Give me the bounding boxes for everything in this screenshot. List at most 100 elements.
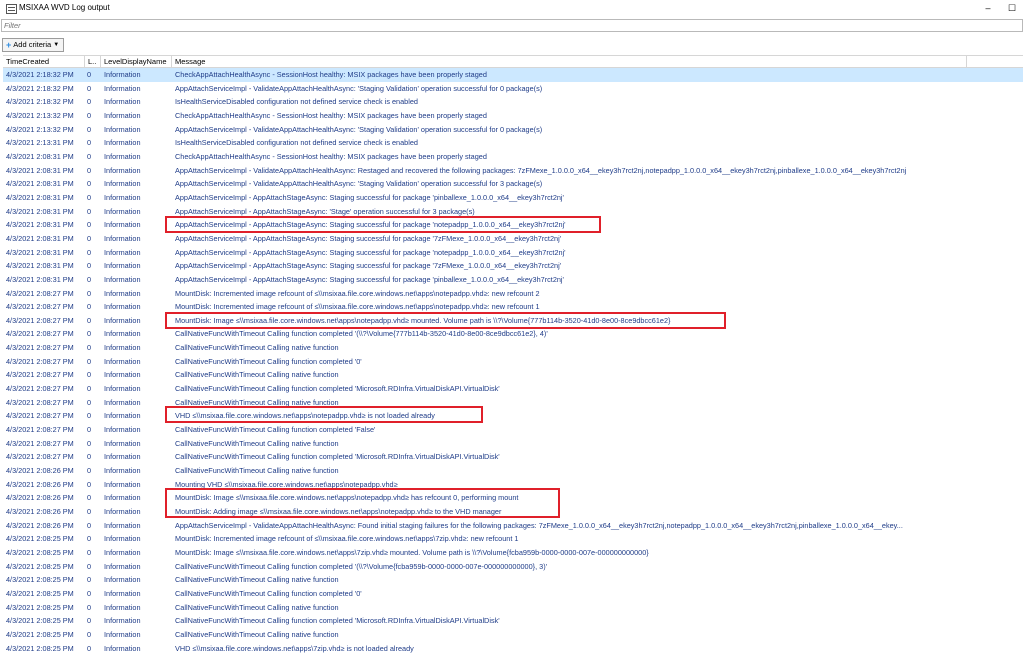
message-cell: MountDisk: Image ≤\\msixaa.file.core.win…	[175, 315, 671, 325]
level-display-name-cell: Information	[104, 192, 141, 202]
table-row[interactable]: 4/3/2021 2:18:32 PM 0 Information AppAttach…	[3, 82, 1023, 96]
table-row[interactable]: 4/3/2021 2:08:31 PM 0 Information AppAttach…	[3, 273, 1023, 287]
table-row[interactable]: 4/3/2021 2:13:31 PM 0 Information IsHealthS…	[3, 136, 1023, 150]
table-row[interactable]: 4/3/2021 2:08:25 PM 0 Information CallNativ…	[3, 614, 1023, 628]
message-cell: MountDisk: Image ≤\\msixaa.file.core.win…	[175, 493, 519, 503]
table-row[interactable]: 4/3/2021 2:08:25 PM 0 Information VHD ≤\\ms…	[3, 642, 1023, 656]
table-row[interactable]: 4/3/2021 2:08:31 PM 0 Information AppAttach…	[3, 164, 1023, 178]
message-cell: CallNativeFuncWithTimeout Calling functi…	[175, 329, 548, 339]
level-display-name-cell: Information	[104, 206, 141, 216]
table-row[interactable]: 4/3/2021 2:08:26 PM 0 Information CallNativ…	[3, 464, 1023, 478]
table-body: 4/3/2021 2:18:32 PM 0 Information CheckAppA…	[3, 68, 1023, 655]
table-row[interactable]: 4/3/2021 2:08:26 PM 0 Information Mounting …	[3, 478, 1023, 492]
level-display-name-cell: Information	[104, 138, 141, 148]
filter-input[interactable]	[4, 20, 1014, 31]
table-row[interactable]: 4/3/2021 2:08:27 PM 0 Information CallNativ…	[3, 450, 1023, 464]
level-display-name-cell: Information	[104, 466, 141, 476]
table-row[interactable]: 4/3/2021 2:08:27 PM 0 Information CallNativ…	[3, 437, 1023, 451]
table-row[interactable]: 4/3/2021 2:08:27 PM 0 Information VHD ≤\\ms…	[3, 409, 1023, 423]
table-row[interactable]: 4/3/2021 2:08:25 PM 0 Information CallNativ…	[3, 628, 1023, 642]
level-cell: 0	[87, 547, 92, 557]
level-display-name-cell: Information	[104, 384, 141, 394]
table-row[interactable]: 4/3/2021 2:08:31 PM 0 Information AppAttach…	[3, 246, 1023, 260]
table-row[interactable]: 4/3/2021 2:08:27 PM 0 Information MountDisk…	[3, 300, 1023, 314]
table-row[interactable]: 4/3/2021 2:08:26 PM 0 Information AppAttach…	[3, 519, 1023, 533]
level-display-name-cell: Information	[104, 629, 141, 639]
level-display-name-cell: Information	[104, 343, 141, 353]
table-row[interactable]: 4/3/2021 2:08:31 PM 0 Information AppAttach…	[3, 205, 1023, 219]
level-display-name-cell: Information	[104, 493, 141, 503]
message-cell: AppAttachServiceImpl - AppAttachStageAsy…	[175, 247, 566, 257]
time-cell: 4/3/2021 2:08:31 PM	[6, 192, 74, 202]
table-row[interactable]: 4/3/2021 2:08:25 PM 0 Information CallNativ…	[3, 587, 1023, 601]
level-display-name-cell: Information	[104, 616, 141, 626]
table-row[interactable]: 4/3/2021 2:08:27 PM 0 Information CallNativ…	[3, 396, 1023, 410]
message-cell: CallNativeFuncWithTimeout Calling functi…	[175, 616, 500, 626]
table-row[interactable]: 4/3/2021 2:08:31 PM 0 Information AppAttach…	[3, 259, 1023, 273]
level-cell: 0	[87, 343, 92, 353]
table-row[interactable]: 4/3/2021 2:18:32 PM 0 Information CheckAppA…	[3, 68, 1023, 82]
time-cell: 4/3/2021 2:08:31 PM	[6, 247, 74, 257]
time-cell: 4/3/2021 2:08:27 PM	[6, 425, 74, 435]
table-row[interactable]: 4/3/2021 2:08:31 PM 0 Information AppAttach…	[3, 191, 1023, 205]
level-cell: 0	[87, 138, 92, 148]
table-row[interactable]: 4/3/2021 2:08:27 PM 0 Information CallNativ…	[3, 382, 1023, 396]
table-row[interactable]: 4/3/2021 2:08:25 PM 0 Information CallNativ…	[3, 573, 1023, 587]
column-header-leveldisplayname[interactable]: LevelDisplayName	[101, 56, 172, 67]
level-display-name-cell: Information	[104, 438, 141, 448]
level-display-name-cell: Information	[104, 452, 141, 462]
table-row[interactable]: 4/3/2021 2:08:25 PM 0 Information MountDisk…	[3, 546, 1023, 560]
level-cell: 0	[87, 479, 92, 489]
time-cell: 4/3/2021 2:08:25 PM	[6, 629, 74, 639]
table-row[interactable]: 4/3/2021 2:08:27 PM 0 Information CallNativ…	[3, 327, 1023, 341]
table-row[interactable]: 4/3/2021 2:08:27 PM 0 Information CallNativ…	[3, 423, 1023, 437]
table-row[interactable]: 4/3/2021 2:13:32 PM 0 Information AppAttach…	[3, 123, 1023, 137]
maximize-button[interactable]: ☐	[1002, 0, 1022, 17]
time-cell: 4/3/2021 2:08:27 PM	[6, 438, 74, 448]
time-cell: 4/3/2021 2:18:32 PM	[6, 70, 74, 79]
table-row[interactable]: 4/3/2021 2:08:27 PM 0 Information MountDisk…	[3, 287, 1023, 301]
column-header-timecreated[interactable]: TimeCreated	[3, 56, 85, 67]
level-display-name-cell: Information	[104, 247, 141, 257]
message-cell: AppAttachServiceImpl - ValidateAppAttach…	[175, 165, 907, 175]
table-row[interactable]: 4/3/2021 2:08:25 PM 0 Information CallNativ…	[3, 601, 1023, 615]
message-cell: Mounting VHD ≤\\msixaa.file.core.windows…	[175, 479, 398, 489]
table-row[interactable]: 4/3/2021 2:08:27 PM 0 Information MountDisk…	[3, 314, 1023, 328]
message-cell: IsHealthServiceDisabled configuration no…	[175, 138, 418, 148]
add-criteria-button[interactable]: + Add criteria ▼	[2, 38, 65, 52]
message-cell: CallNativeFuncWithTimeout Calling functi…	[175, 356, 362, 366]
table-row[interactable]: 4/3/2021 2:08:31 PM 0 Information CheckAppA…	[3, 150, 1023, 164]
time-cell: 4/3/2021 2:08:25 PM	[6, 561, 74, 571]
message-cell: CallNativeFuncWithTimeout Calling native…	[175, 370, 339, 380]
column-header-level[interactable]: L..	[85, 56, 101, 67]
level-cell: 0	[87, 261, 92, 271]
level-display-name-cell: Information	[104, 411, 141, 421]
level-cell: 0	[87, 356, 92, 366]
time-cell: 4/3/2021 2:08:31 PM	[6, 151, 74, 161]
table-row[interactable]: 4/3/2021 2:08:26 PM 0 Information MountDisk…	[3, 505, 1023, 519]
message-cell: AppAttachServiceImpl - AppAttachStageAsy…	[175, 206, 475, 216]
level-display-name-cell: Information	[104, 425, 141, 435]
table-row[interactable]: 4/3/2021 2:13:32 PM 0 Information CheckAppA…	[3, 109, 1023, 123]
time-cell: 4/3/2021 2:08:27 PM	[6, 302, 74, 312]
table-row[interactable]: 4/3/2021 2:08:25 PM 0 Information MountDisk…	[3, 532, 1023, 546]
table-row[interactable]: 4/3/2021 2:08:27 PM 0 Information CallNativ…	[3, 368, 1023, 382]
dropdown-arrow-icon: ▼	[53, 42, 60, 48]
level-display-name-cell: Information	[104, 329, 141, 339]
message-cell: AppAttachServiceImpl - AppAttachStageAsy…	[175, 192, 564, 202]
column-header-message[interactable]: Message	[172, 56, 967, 67]
table-row[interactable]: 4/3/2021 2:08:27 PM 0 Information CallNativ…	[3, 341, 1023, 355]
level-display-name-cell: Information	[104, 520, 141, 530]
table-row[interactable]: 4/3/2021 2:08:25 PM 0 Information CallNativ…	[3, 560, 1023, 574]
minimize-button[interactable]: –	[978, 0, 998, 17]
table-row[interactable]: 4/3/2021 2:08:27 PM 0 Information CallNativ…	[3, 355, 1023, 369]
table-row[interactable]: 4/3/2021 2:08:31 PM 0 Information AppAttach…	[3, 218, 1023, 232]
message-cell: AppAttachServiceImpl - AppAttachStageAsy…	[175, 261, 562, 271]
message-cell: CallNativeFuncWithTimeout Calling native…	[175, 397, 339, 407]
time-cell: 4/3/2021 2:08:25 PM	[6, 534, 74, 544]
table-row[interactable]: 4/3/2021 2:18:32 PM 0 Information IsHealthS…	[3, 95, 1023, 109]
table-row[interactable]: 4/3/2021 2:08:31 PM 0 Information AppAttach…	[3, 177, 1023, 191]
message-cell: AppAttachServiceImpl - ValidateAppAttach…	[175, 520, 903, 530]
table-row[interactable]: 4/3/2021 2:08:26 PM 0 Information MountDisk…	[3, 491, 1023, 505]
table-row[interactable]: 4/3/2021 2:08:31 PM 0 Information AppAttach…	[3, 232, 1023, 246]
